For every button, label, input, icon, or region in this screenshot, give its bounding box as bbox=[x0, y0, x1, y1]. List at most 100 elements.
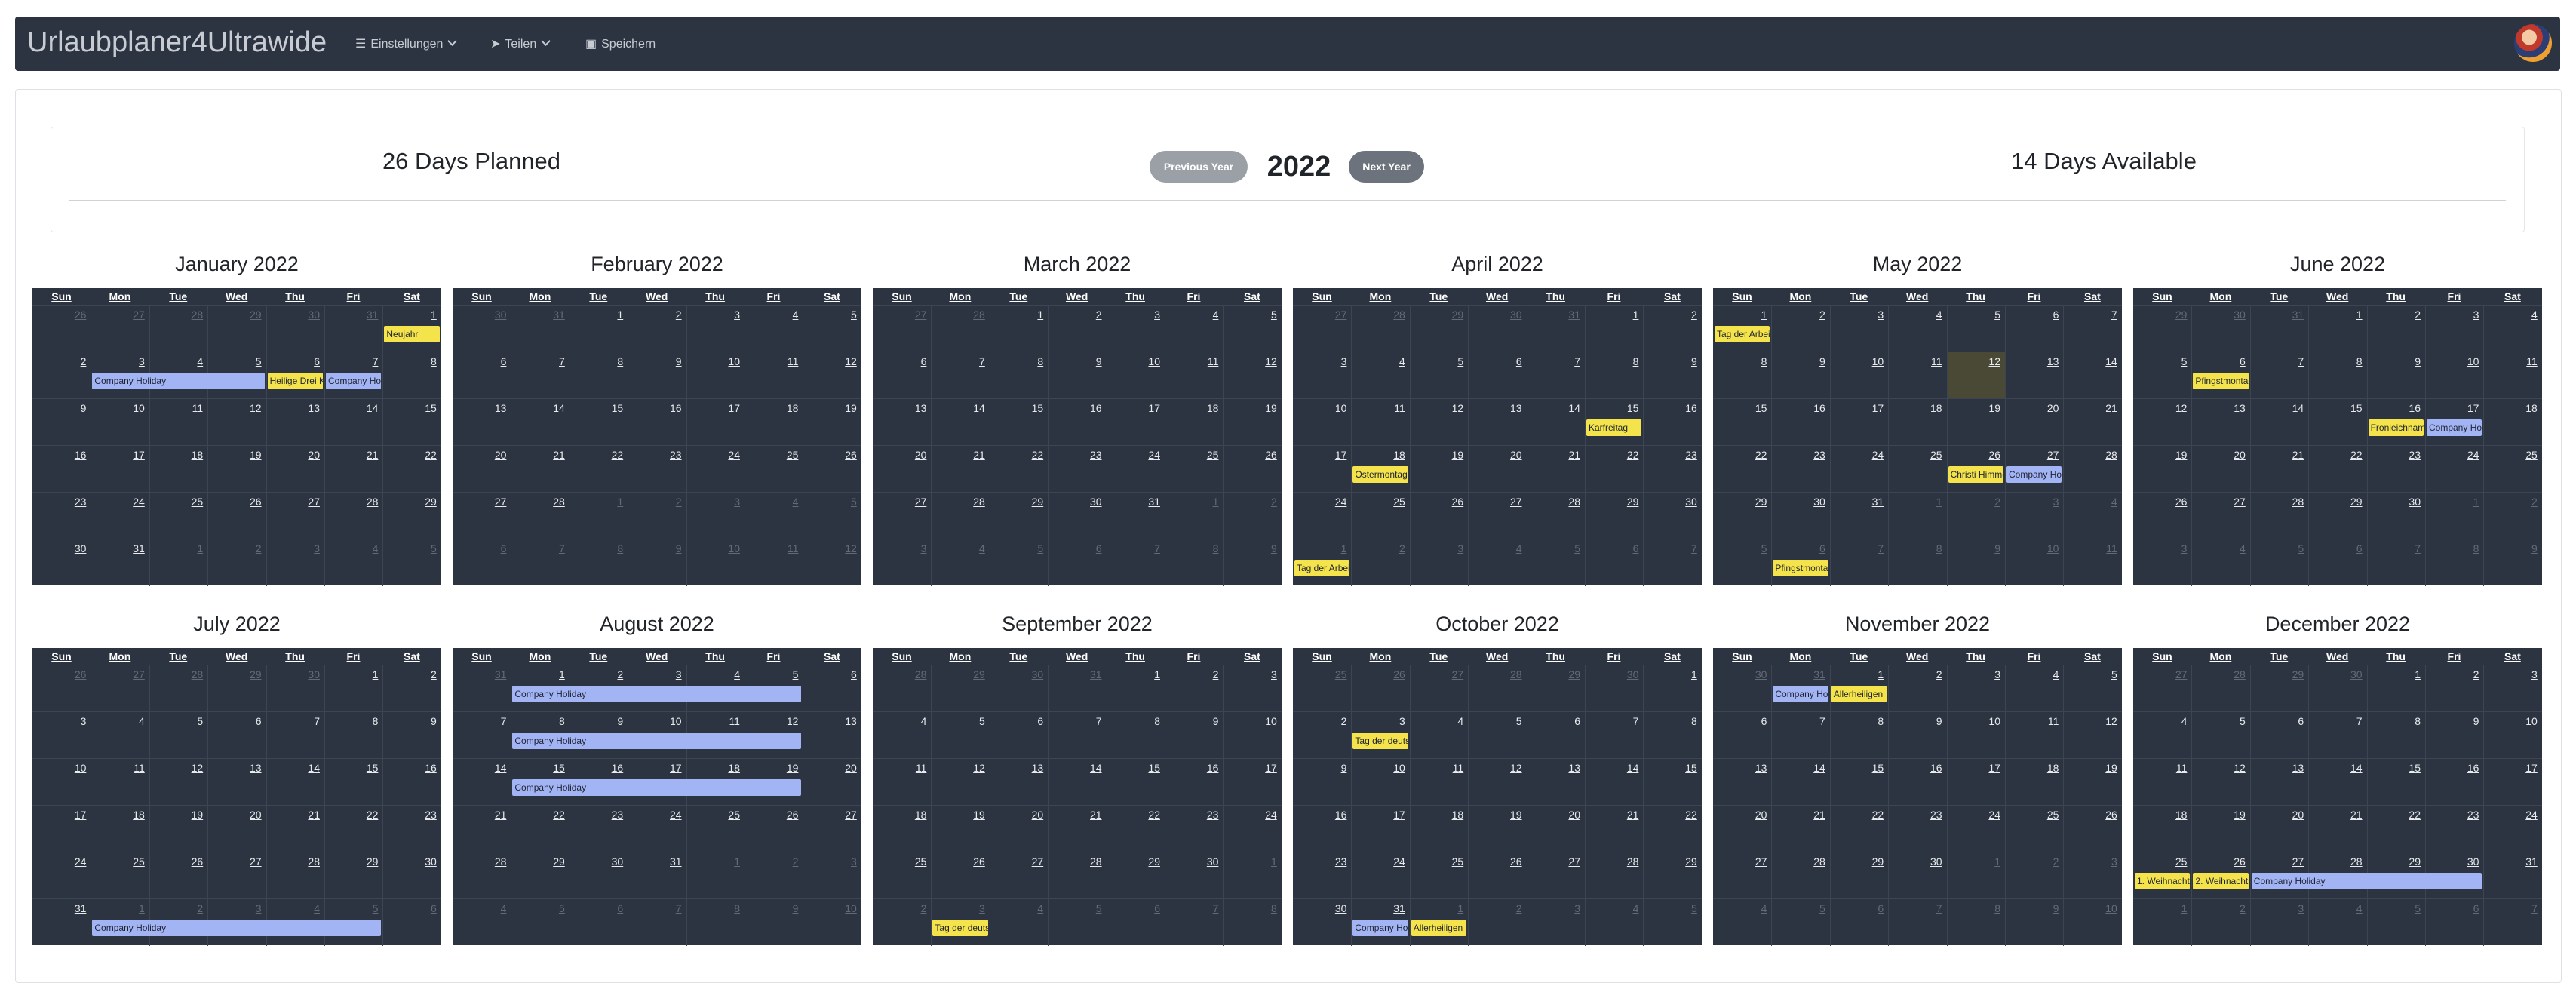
day-number[interactable]: 28 bbox=[2105, 449, 2117, 461]
day-number[interactable]: 10 bbox=[2467, 355, 2479, 367]
day-cell[interactable]: 12 bbox=[1409, 399, 1468, 446]
day-number[interactable]: 23 bbox=[670, 449, 682, 461]
day-number[interactable]: 12 bbox=[1265, 355, 1277, 367]
day-number[interactable]: 10 bbox=[2047, 542, 2059, 554]
day-cell[interactable]: 19 bbox=[931, 806, 989, 852]
day-number[interactable]: 2 bbox=[2240, 902, 2246, 914]
day-cell[interactable]: 22 bbox=[382, 446, 441, 493]
day-cell[interactable]: 23 bbox=[1048, 446, 1106, 493]
day-number[interactable]: 28 bbox=[973, 496, 985, 508]
day-cell[interactable]: 30 bbox=[1048, 493, 1106, 539]
day-number[interactable]: 7 bbox=[2415, 542, 2421, 554]
day-number[interactable]: 30 bbox=[1755, 668, 1767, 680]
day-number[interactable]: 11 bbox=[1394, 402, 1405, 414]
day-number[interactable]: 12 bbox=[250, 402, 262, 414]
day-number[interactable]: 22 bbox=[367, 809, 379, 821]
day-number[interactable]: 3 bbox=[734, 496, 740, 508]
public-holiday-event[interactable]: Pfingstmontag bbox=[1773, 560, 1828, 576]
day-number[interactable]: 22 bbox=[612, 449, 624, 461]
day-cell[interactable]: 12 bbox=[207, 399, 266, 446]
day-cell[interactable]: 18 bbox=[1409, 806, 1468, 852]
day-cell[interactable]: 29 bbox=[382, 493, 441, 539]
public-holiday-event[interactable]: Fronleichnam bbox=[2368, 419, 2424, 436]
day-number[interactable]: 22 bbox=[2409, 809, 2421, 821]
day-cell[interactable]: 14 bbox=[2308, 759, 2366, 806]
day-cell[interactable]: 13 bbox=[1526, 759, 1585, 806]
day-cell[interactable]: 4 bbox=[1888, 306, 1946, 352]
day-number[interactable]: 24 bbox=[1988, 809, 2000, 821]
day-cell[interactable]: 23 bbox=[1771, 446, 1829, 493]
day-number[interactable]: 6 bbox=[2356, 542, 2363, 554]
day-number[interactable]: 7 bbox=[979, 355, 985, 367]
day-cell[interactable]: 30 bbox=[2308, 665, 2366, 712]
day-cell[interactable]: 9 bbox=[628, 539, 686, 586]
day-number[interactable]: 11 bbox=[192, 402, 204, 414]
day-number[interactable]: 26 bbox=[1393, 668, 1405, 680]
day-number[interactable]: 25 bbox=[2525, 449, 2538, 461]
day-cell[interactable]: 19 bbox=[1468, 806, 1526, 852]
day-number[interactable]: 30 bbox=[1090, 496, 1102, 508]
day-number[interactable]: 5 bbox=[1457, 355, 1463, 367]
day-number[interactable]: 16 bbox=[1685, 402, 1697, 414]
day-number[interactable]: 3 bbox=[2298, 902, 2304, 914]
day-cell[interactable]: 13 bbox=[803, 712, 861, 759]
company-holiday-event[interactable]: Company Holiday bbox=[1773, 686, 1828, 702]
day-cell[interactable]: 12 bbox=[2191, 759, 2249, 806]
day-cell[interactable]: 2 bbox=[2005, 852, 2063, 899]
day-cell[interactable]: 14 bbox=[1048, 759, 1106, 806]
day-number[interactable]: 7 bbox=[1154, 542, 1160, 554]
day-number[interactable]: 29 bbox=[2409, 855, 2421, 868]
day-number[interactable]: 17 bbox=[1988, 762, 2000, 774]
day-cell[interactable]: 5 bbox=[149, 712, 207, 759]
previous-year-button[interactable]: Previous Year bbox=[1150, 151, 1248, 183]
day-number[interactable]: 30 bbox=[1685, 496, 1697, 508]
day-cell[interactable]: 20 bbox=[2191, 446, 2249, 493]
day-number[interactable]: 19 bbox=[1510, 809, 1522, 821]
day-cell[interactable]: 30 bbox=[266, 306, 324, 352]
day-number[interactable]: 30 bbox=[2234, 309, 2246, 321]
day-number[interactable]: 6 bbox=[1037, 715, 1043, 727]
day-cell[interactable]: 19 bbox=[1223, 399, 1281, 446]
day-number[interactable]: 4 bbox=[2181, 715, 2188, 727]
day-number[interactable]: 28 bbox=[1510, 668, 1522, 680]
day-cell[interactable]: 27 bbox=[1293, 306, 1351, 352]
day-cell[interactable]: 24 bbox=[1351, 852, 1409, 899]
day-cell[interactable]: 5 bbox=[989, 539, 1048, 586]
day-cell[interactable]: 3 bbox=[686, 306, 745, 352]
day-cell[interactable]: 19 bbox=[207, 446, 266, 493]
day-cell[interactable]: 10 bbox=[1293, 399, 1351, 446]
day-number[interactable]: 3 bbox=[2531, 668, 2538, 680]
day-number[interactable]: 24 bbox=[2525, 809, 2538, 821]
day-number[interactable]: 21 bbox=[2105, 402, 2117, 414]
day-number[interactable]: 14 bbox=[2105, 355, 2117, 367]
day-cell[interactable]: 22 bbox=[569, 446, 628, 493]
day-cell[interactable]: 17 bbox=[32, 806, 91, 852]
day-cell[interactable]: 29 bbox=[207, 665, 266, 712]
day-number[interactable]: 1 bbox=[1271, 855, 1277, 868]
day-cell[interactable]: 2 bbox=[1165, 665, 1223, 712]
day-cell[interactable]: 7 bbox=[1829, 539, 1888, 586]
day-number[interactable]: 8 bbox=[2473, 542, 2479, 554]
day-cell[interactable]: 2 bbox=[2483, 493, 2541, 539]
day-cell[interactable]: 14 bbox=[324, 399, 382, 446]
day-cell[interactable]: 13 bbox=[453, 399, 511, 446]
day-cell[interactable]: 14 bbox=[1585, 759, 1643, 806]
day-cell[interactable]: 7 bbox=[1643, 539, 1701, 586]
day-cell[interactable]: 4 bbox=[2191, 539, 2249, 586]
day-number[interactable]: 4 bbox=[734, 668, 740, 680]
day-number[interactable]: 17 bbox=[1148, 402, 1160, 414]
day-number[interactable]: 27 bbox=[1452, 668, 1464, 680]
day-cell[interactable]: 8 bbox=[989, 352, 1048, 399]
day-number[interactable]: 17 bbox=[670, 762, 682, 774]
day-number[interactable]: 23 bbox=[1813, 449, 1825, 461]
day-cell[interactable]: 6 bbox=[1526, 712, 1585, 759]
day-number[interactable]: 1 bbox=[559, 668, 565, 680]
day-number[interactable]: 26 bbox=[2105, 809, 2117, 821]
day-number[interactable]: 2 bbox=[1516, 902, 1522, 914]
day-number[interactable]: 12 bbox=[192, 762, 204, 774]
day-cell[interactable]: 29 bbox=[1713, 493, 1771, 539]
day-cell[interactable]: 23 bbox=[1888, 806, 1946, 852]
day-cell[interactable]: 11 bbox=[745, 539, 803, 586]
day-number[interactable]: 4 bbox=[1633, 902, 1639, 914]
day-cell[interactable]: 16 bbox=[1293, 806, 1351, 852]
